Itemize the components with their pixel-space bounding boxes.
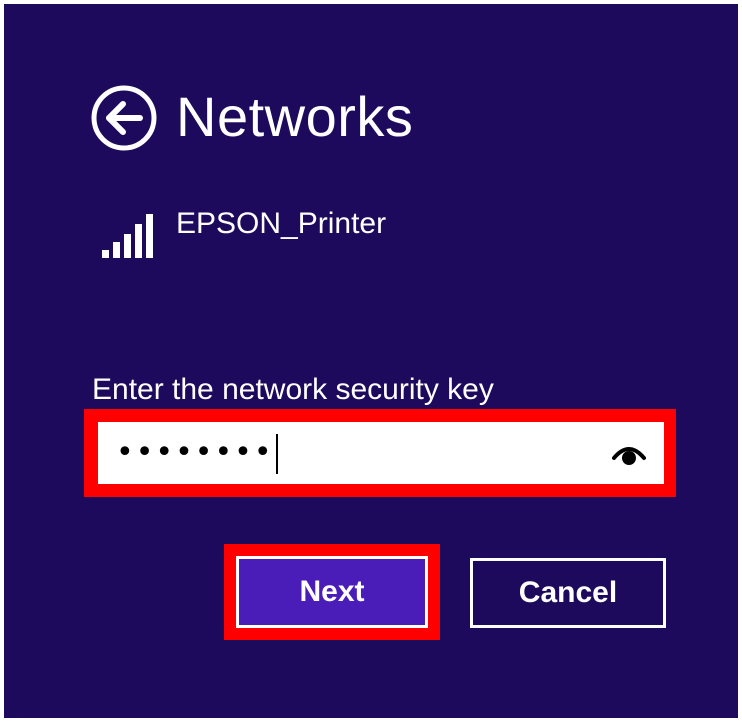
wifi-signal-icon bbox=[100, 210, 156, 258]
page-title: Networks bbox=[176, 85, 414, 148]
next-button[interactable]: Next bbox=[236, 556, 428, 628]
security-key-input[interactable]: •••••••• bbox=[98, 422, 664, 484]
cancel-button[interactable]: Cancel bbox=[470, 558, 666, 628]
security-key-value: •••••••• bbox=[116, 430, 278, 476]
masked-password: •••••••• bbox=[116, 435, 274, 470]
text-caret bbox=[275, 433, 278, 474]
eye-icon[interactable] bbox=[612, 438, 646, 468]
networks-panel: Networks EPSON_Printer Enter the network… bbox=[4, 4, 738, 718]
security-key-label: Enter the network security key bbox=[92, 373, 494, 406]
network-name: EPSON_Printer bbox=[176, 207, 387, 240]
next-button-label: Next bbox=[239, 559, 425, 625]
back-arrow-icon[interactable] bbox=[90, 84, 158, 152]
